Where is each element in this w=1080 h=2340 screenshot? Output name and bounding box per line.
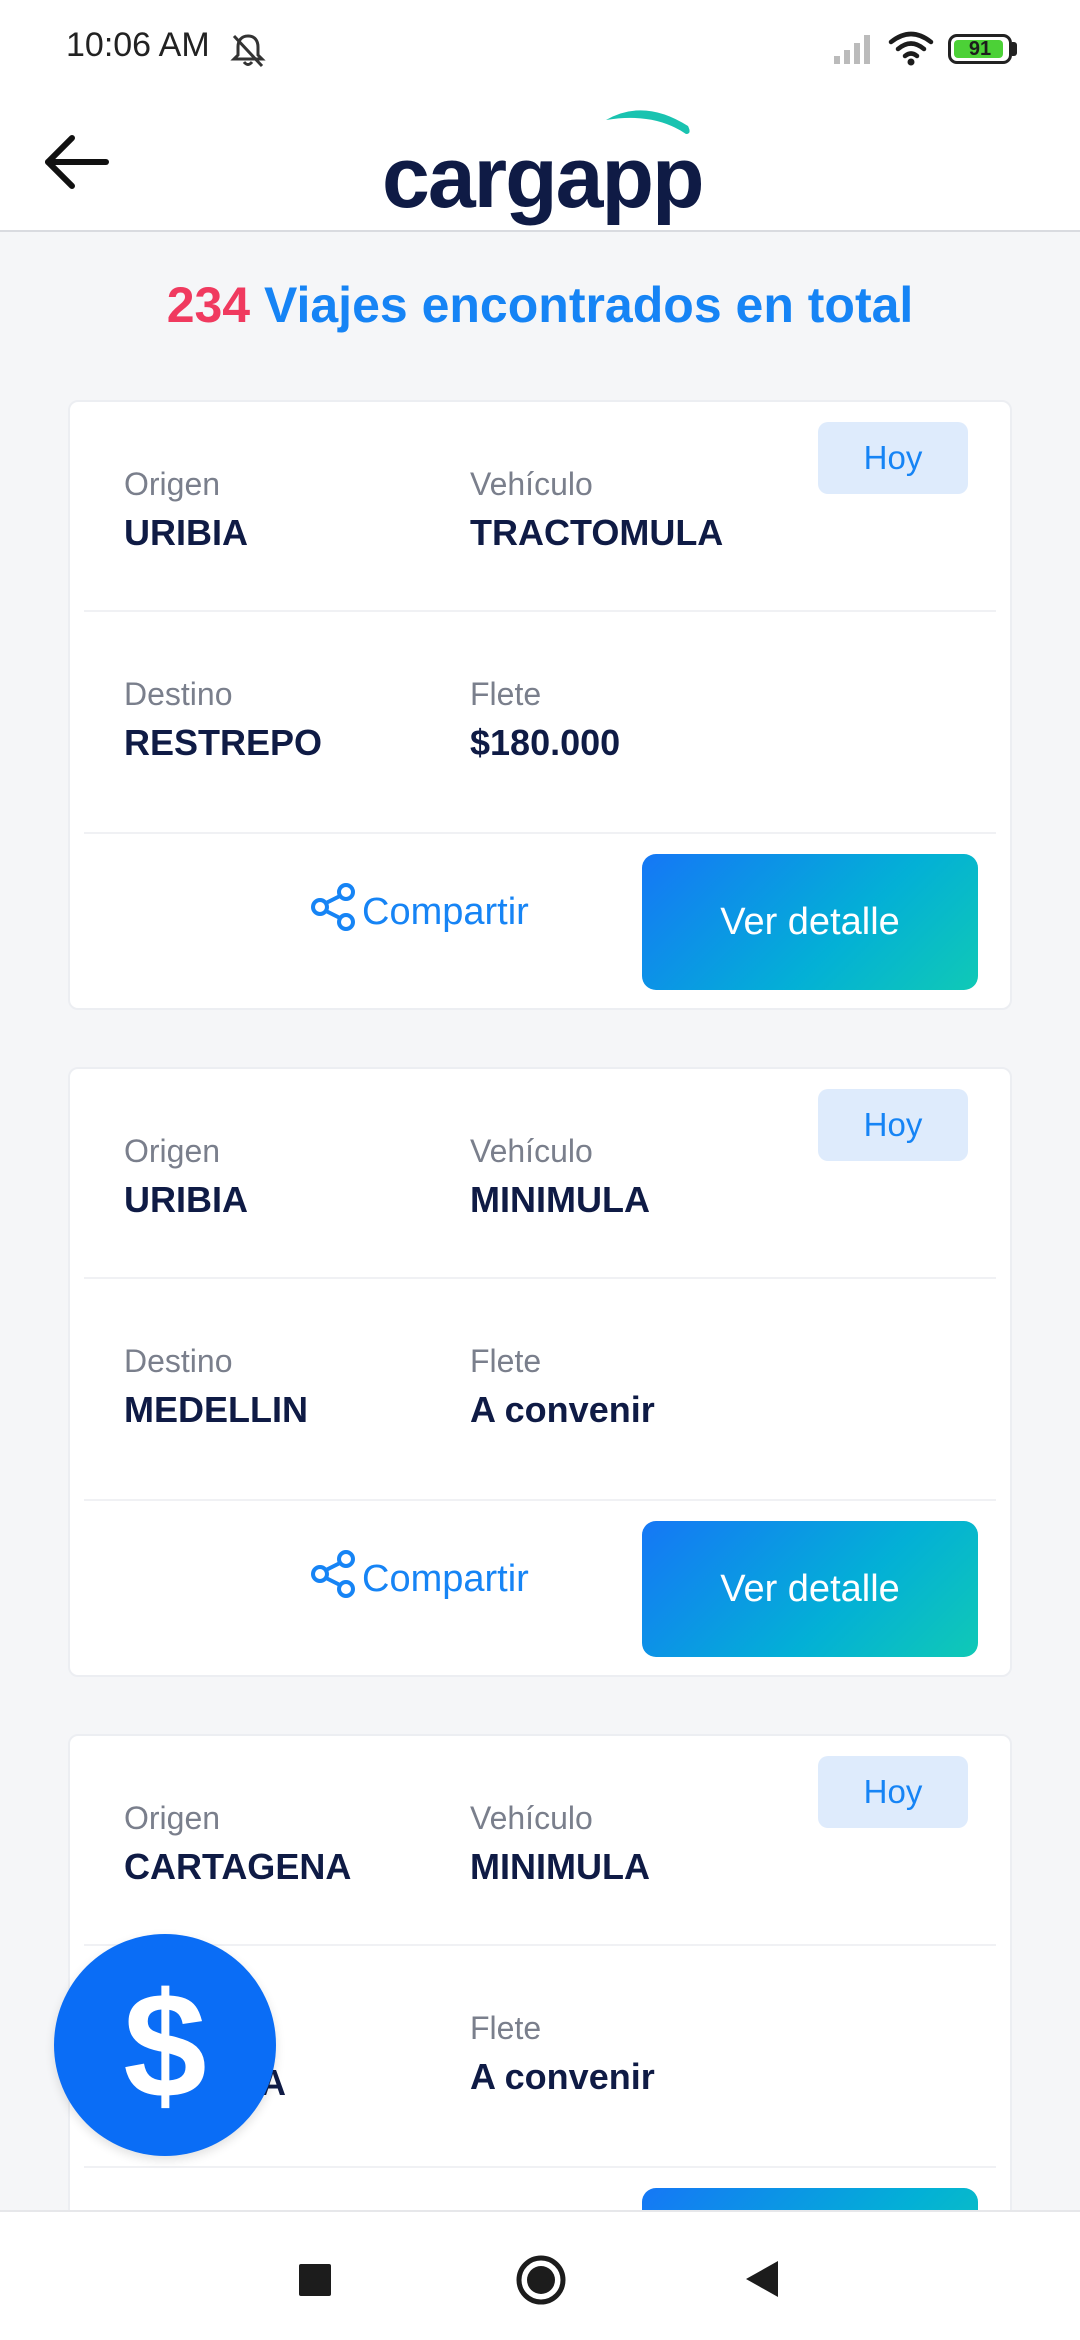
payment-fab[interactable]: $ xyxy=(54,1934,276,2156)
freight-label: Flete xyxy=(470,676,542,712)
vehicle-label: Vehículo xyxy=(470,1800,593,1836)
results-summary: 234 Viajes encontrados en total xyxy=(0,276,1080,334)
destination-field: Destino MEDELLIN xyxy=(124,1341,308,1433)
share-icon xyxy=(308,881,362,943)
freight-value: $180.000 xyxy=(470,722,621,763)
vehicle-label: Vehículo xyxy=(470,1133,593,1169)
signal-icon xyxy=(832,32,876,71)
arrow-left-icon xyxy=(36,135,116,206)
vehicle-field: Vehículo MINIMULA xyxy=(470,1131,650,1223)
battery-level: 91 xyxy=(968,38,992,60)
origin-value: CARTAGENA xyxy=(124,1846,352,1887)
vehicle-label: Vehículo xyxy=(470,466,593,502)
app-bar: cargapp xyxy=(0,96,1080,232)
origin-value: URIBIA xyxy=(124,1179,248,1220)
freight-value: A convenir xyxy=(470,2056,655,2097)
divider xyxy=(84,832,996,834)
vehicle-value: MINIMULA xyxy=(470,1179,650,1220)
system-nav-bar xyxy=(0,2210,1080,2340)
origin-label: Origen xyxy=(124,1800,221,1836)
trip-card[interactable]: Hoy Origen URIBIA Vehículo TRACTOMULA De… xyxy=(68,400,1012,1010)
status-time: 10:06 AM xyxy=(66,26,210,64)
nav-back-button[interactable] xyxy=(742,2258,782,2305)
results-count: 234 xyxy=(166,277,251,333)
destination-label: Destino xyxy=(124,676,233,712)
share-button[interactable]: Compartir xyxy=(308,1539,529,1619)
freight-label: Flete xyxy=(470,2010,542,2046)
divider xyxy=(84,2166,996,2168)
status-bar: 10:06 AM 91 xyxy=(0,0,1080,96)
destination-value: MEDELLIN xyxy=(124,1389,308,1430)
share-button[interactable]: Compartir xyxy=(308,872,529,952)
trip-card[interactable]: Hoy Origen URIBIA Vehículo MINIMULA Dest… xyxy=(68,1067,1012,1677)
freight-label: Flete xyxy=(470,1343,542,1379)
back-button[interactable] xyxy=(36,122,116,202)
home-circle-icon xyxy=(516,2255,566,2305)
vehicle-field: Vehículo TRACTOMULA xyxy=(470,464,723,556)
freight-field: Flete A convenir xyxy=(470,2008,655,2100)
origin-value: URIBIA xyxy=(124,512,248,553)
recent-apps-button[interactable] xyxy=(299,2264,331,2296)
triangle-back-icon xyxy=(746,2261,778,2297)
home-button[interactable] xyxy=(515,2254,567,2311)
divider xyxy=(84,1499,996,1501)
view-detail-button[interactable]: Ver detalle xyxy=(642,854,978,990)
vehicle-field: Vehículo MINIMULA xyxy=(470,1798,650,1890)
logo-text: cargapp xyxy=(382,130,705,226)
origin-label: Origen xyxy=(124,1133,221,1169)
origin-label: Origen xyxy=(124,466,221,502)
freight-value: A convenir xyxy=(470,1389,655,1430)
share-label: Compartir xyxy=(362,1557,529,1600)
freight-field: Flete $180.000 xyxy=(470,674,620,766)
freight-field: Flete A convenir xyxy=(470,1341,655,1433)
bell-off-icon xyxy=(228,30,268,75)
destination-field: Destino RESTREPO xyxy=(124,674,322,766)
results-text: Viajes encontrados en total xyxy=(264,277,914,333)
origin-field: Origen URIBIA xyxy=(124,464,248,556)
share-label: Compartir xyxy=(362,890,529,933)
cargapp-logo: cargapp xyxy=(382,104,705,226)
vehicle-value: MINIMULA xyxy=(470,1846,650,1887)
vehicle-value: TRACTOMULA xyxy=(470,512,724,553)
destination-value: RESTREPO xyxy=(124,722,323,763)
share-icon xyxy=(308,1548,362,1610)
destination-label: Destino xyxy=(124,1343,233,1379)
battery-icon: 91 xyxy=(948,34,1012,64)
trip-list-screen: 10:06 AM 91 cargapp 234 Viajes encontrad… xyxy=(0,0,1080,2340)
view-detail-button[interactable]: Ver detalle xyxy=(642,1521,978,1657)
wifi-icon xyxy=(888,30,934,71)
origin-field: Origen URIBIA xyxy=(124,1131,248,1223)
origin-field: Origen CARTAGENA xyxy=(124,1798,351,1890)
